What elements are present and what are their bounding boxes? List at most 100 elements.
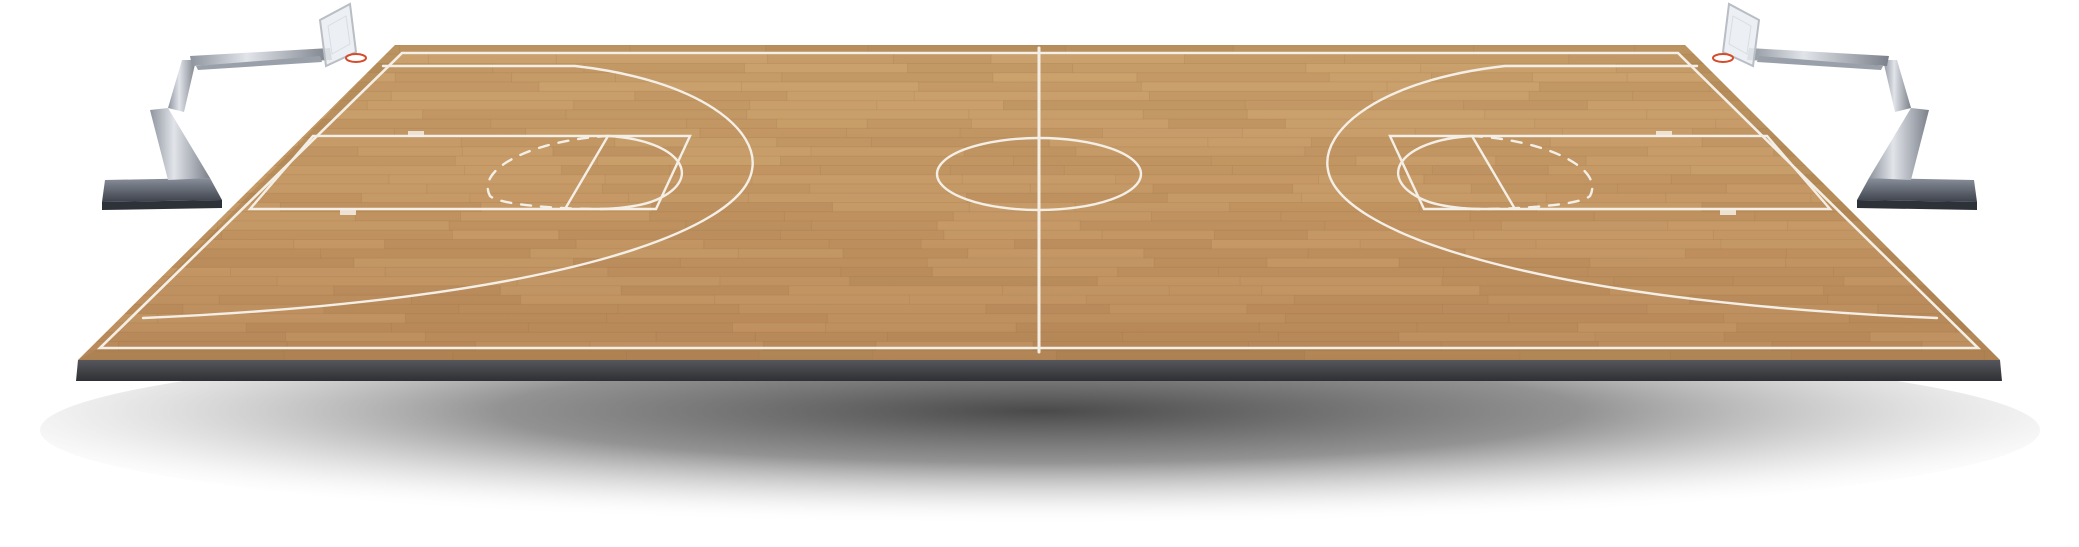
plank [320, 248, 531, 259]
plank [1149, 91, 1373, 101]
plank [918, 82, 1142, 92]
plank [786, 91, 915, 101]
plank [932, 267, 1118, 277]
plank [738, 248, 843, 259]
plank [651, 202, 833, 212]
plank [285, 332, 426, 342]
plank [452, 230, 559, 240]
plank [353, 258, 574, 268]
plank [102, 276, 278, 286]
plank [361, 193, 470, 203]
plank [170, 119, 310, 129]
plank [1613, 276, 1734, 286]
plank [385, 267, 608, 277]
plank [827, 313, 1041, 323]
plank [78, 304, 183, 314]
plank [2042, 286, 2079, 295]
plank [832, 202, 970, 212]
plank [108, 267, 231, 277]
plank [1736, 322, 1956, 333]
plank [207, 183, 427, 194]
court-illustration [40, 2, 2079, 525]
plank [1926, 45, 2000, 55]
plank [197, 174, 389, 184]
plank [943, 230, 1103, 240]
plank [703, 239, 830, 249]
plank [78, 230, 222, 240]
plank [1632, 91, 1763, 101]
plank [1932, 156, 2000, 166]
plank [1398, 332, 1595, 342]
plank [1207, 137, 1312, 147]
plank [1245, 100, 1464, 110]
plank [78, 63, 161, 73]
plank [2026, 110, 2079, 119]
plank [1285, 119, 1535, 129]
plank [1136, 72, 1330, 83]
plank [700, 128, 847, 138]
plank [78, 45, 239, 55]
plank [682, 146, 811, 157]
plank [1501, 221, 1668, 231]
plank [556, 54, 768, 64]
plank [1154, 258, 1268, 268]
plank [108, 82, 308, 92]
plank [1473, 230, 1714, 240]
plank [1229, 202, 1420, 212]
plank [1715, 119, 1856, 129]
plank [1002, 285, 1170, 296]
plank [1355, 156, 1496, 166]
plank [411, 295, 521, 305]
plank [1308, 248, 1466, 259]
plank [1960, 211, 2000, 222]
plank [108, 100, 215, 110]
plank [1117, 267, 1219, 277]
plank [1720, 239, 1964, 249]
plank [1143, 248, 1309, 259]
plank [907, 63, 1073, 73]
plank [780, 156, 1014, 166]
plank [1141, 82, 1388, 92]
plank [2046, 119, 2079, 128]
plank [458, 304, 618, 314]
plank [893, 54, 992, 64]
plank [1292, 183, 1472, 194]
plank [1102, 230, 1215, 240]
plank [94, 285, 334, 296]
plank [1777, 72, 1953, 83]
plank [1508, 313, 1724, 323]
plank [744, 63, 908, 73]
plank [1609, 285, 1824, 296]
plank [1471, 183, 1618, 194]
plank [1479, 285, 1610, 296]
plank [1360, 239, 1536, 249]
plank [2075, 341, 2079, 350]
plank [1870, 332, 2000, 342]
plank [1535, 239, 1721, 249]
plank [449, 221, 686, 231]
plank [1218, 267, 1444, 277]
plank [78, 137, 177, 147]
plank [829, 239, 922, 249]
court-scene [0, 0, 2079, 547]
plank [1646, 109, 1751, 120]
plank [78, 221, 218, 231]
plank [846, 128, 961, 138]
plank [1167, 193, 1302, 203]
right-backboard [1721, 2, 1761, 68]
plank [2024, 332, 2079, 341]
plank [953, 211, 1152, 222]
plank [1016, 322, 1260, 333]
plank [746, 109, 969, 120]
plank [738, 304, 986, 314]
plank [968, 109, 1144, 120]
plank [460, 211, 650, 222]
plank [960, 128, 1103, 138]
plank [1305, 63, 1421, 73]
plank [78, 248, 120, 259]
plank [391, 91, 635, 101]
plank [1484, 109, 1647, 120]
plank [621, 285, 789, 296]
plank [78, 54, 155, 64]
plank [950, 165, 1065, 175]
